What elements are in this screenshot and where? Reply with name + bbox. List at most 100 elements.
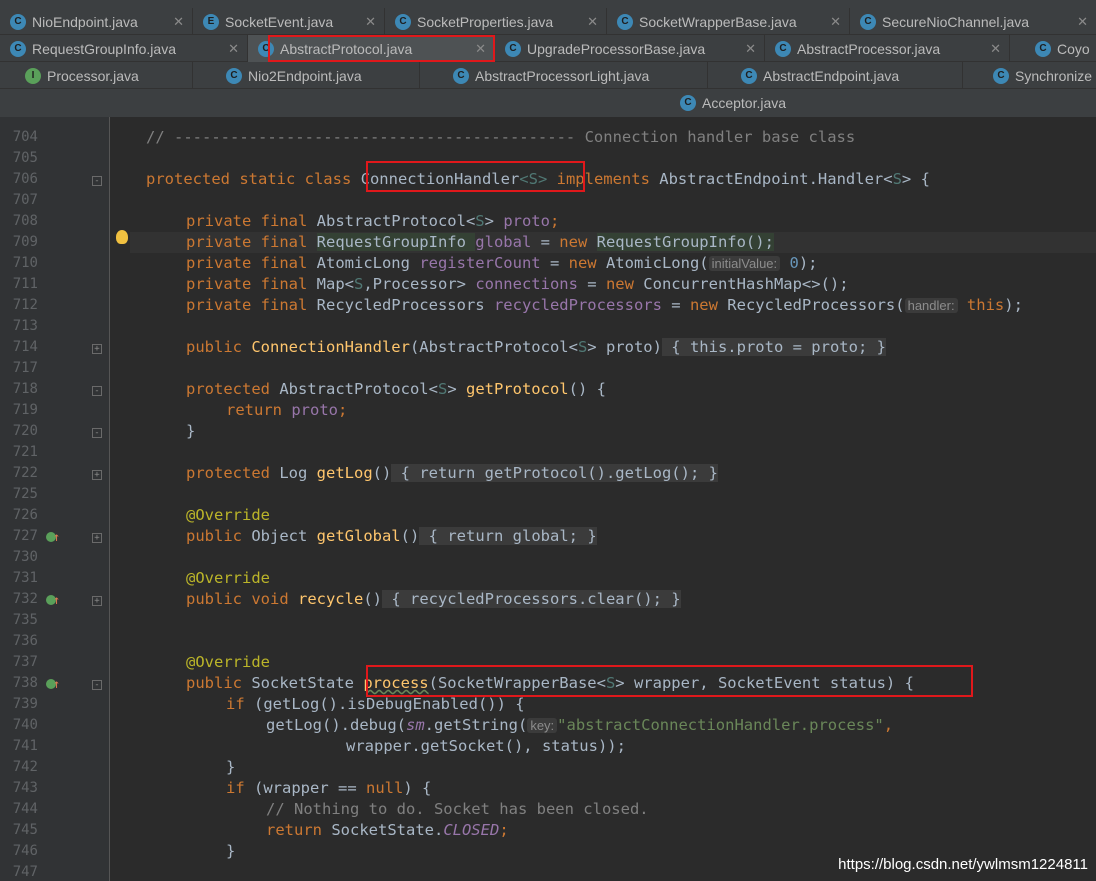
line-number: 725 bbox=[12, 486, 38, 502]
line-number: 737 bbox=[12, 654, 38, 670]
line-number: 738 bbox=[12, 675, 38, 691]
tab-row-4: C Acceptor.java bbox=[0, 89, 1096, 116]
up-arrow-icon[interactable]: ↑ bbox=[53, 678, 61, 690]
code-line-704: // -------------------------------------… bbox=[146, 128, 856, 146]
code-line-711: private final Map<S,Processor> connectio… bbox=[186, 275, 849, 293]
param-hint: key: bbox=[527, 718, 558, 733]
class-icon: C bbox=[860, 13, 876, 30]
tab-label: SocketProperties.java bbox=[417, 13, 554, 30]
tab-label: UpgradeProcessorBase.java bbox=[527, 40, 706, 57]
tab-upgradeprocessorbase-java[interactable]: C UpgradeProcessorBase.java ✕ bbox=[495, 35, 765, 62]
tab-row-2: C RequestGroupInfo.java ✕ C AbstractProtoco… bbox=[0, 35, 1096, 62]
line-number: 709 bbox=[12, 234, 38, 250]
up-arrow-icon[interactable]: ↑ bbox=[53, 531, 61, 543]
class-icon: C bbox=[453, 67, 469, 84]
tab-processor-java[interactable]: I Processor.java bbox=[0, 62, 193, 89]
code-line-709: private final RequestGroupInfo global = … bbox=[130, 232, 1096, 253]
tab-label: Synchronize bbox=[1015, 67, 1093, 84]
tab-securenioChannel-java[interactable]: C SecureNioChannel.java ✕ bbox=[850, 8, 1096, 35]
code-line-739: if (getLog().isDebugEnabled()) { bbox=[226, 695, 525, 713]
close-icon[interactable]: ✕ bbox=[745, 41, 756, 57]
line-number: 747 bbox=[12, 864, 38, 880]
tab-socketproperties-java[interactable]: C SocketProperties.java ✕ bbox=[385, 8, 607, 35]
fold-marker-icon[interactable]: - bbox=[92, 176, 102, 186]
interface-icon: I bbox=[25, 67, 41, 84]
tab-label: SecureNioChannel.java bbox=[882, 13, 1030, 30]
close-icon[interactable]: ✕ bbox=[830, 14, 841, 30]
code-line-745: return SocketState.CLOSED; bbox=[266, 821, 509, 839]
tab-acceptor-java[interactable]: C Acceptor.java bbox=[670, 89, 830, 116]
line-number: 718 bbox=[12, 381, 38, 397]
line-number: 732 bbox=[12, 591, 38, 607]
fold-marker-icon[interactable]: + bbox=[92, 596, 102, 606]
enum-icon: E bbox=[203, 13, 219, 30]
tab-coyote-truncated[interactable]: C Coyo bbox=[1010, 35, 1096, 62]
tab-abstractprocessorlight-java[interactable]: C AbstractProcessorLight.java bbox=[420, 62, 708, 89]
param-hint: handler: bbox=[904, 298, 958, 313]
code-line-746: } bbox=[226, 842, 236, 860]
tab-label: AbstractEndpoint.java bbox=[763, 67, 900, 84]
tab-label: Processor.java bbox=[47, 67, 139, 84]
close-icon[interactable]: ✕ bbox=[228, 41, 239, 57]
tab-synchronize-truncated[interactable]: C Synchronize bbox=[963, 62, 1096, 89]
tab-nio2endpoint-java[interactable]: C Nio2Endpoint.java bbox=[193, 62, 420, 89]
line-number: 745 bbox=[12, 822, 38, 838]
class-icon: C bbox=[741, 67, 757, 84]
lightbulb-icon[interactable] bbox=[116, 230, 128, 244]
close-icon[interactable]: ✕ bbox=[587, 14, 598, 30]
close-icon[interactable]: ✕ bbox=[990, 41, 1001, 57]
close-icon[interactable]: ✕ bbox=[1077, 14, 1088, 30]
line-number: 710 bbox=[12, 255, 38, 271]
line-number: 744 bbox=[12, 801, 38, 817]
code-line-719: return proto; bbox=[226, 401, 348, 419]
code-line-718: protected AbstractProtocol<S> getProtoco… bbox=[186, 380, 606, 398]
close-icon[interactable]: ✕ bbox=[365, 14, 376, 30]
tab-label: Acceptor.java bbox=[702, 94, 787, 111]
fold-marker-icon[interactable]: + bbox=[92, 344, 102, 354]
line-number: 727 bbox=[12, 528, 38, 544]
line-number: 711 bbox=[12, 276, 38, 292]
class-icon: C bbox=[10, 40, 26, 57]
tab-socketevent-java[interactable]: E SocketEvent.java ✕ bbox=[193, 8, 385, 35]
line-number: 739 bbox=[12, 696, 38, 712]
class-icon: C bbox=[1035, 40, 1051, 57]
param-hint: initialValue: bbox=[708, 256, 781, 271]
tab-nioendpoint-java[interactable]: C NioEndpoint.java ✕ bbox=[0, 8, 193, 35]
fold-marker-icon[interactable]: + bbox=[92, 470, 102, 480]
code-line-722: protected Log getLog() { return getProto… bbox=[186, 464, 718, 482]
line-number: 713 bbox=[12, 318, 38, 334]
tab-row-1b: C NioEndpoint.java ✕ E SocketEvent.java ✕ CS… bbox=[0, 8, 1096, 35]
fold-marker-icon[interactable]: + bbox=[92, 533, 102, 543]
close-icon[interactable]: ✕ bbox=[173, 14, 184, 30]
fold-marker-icon[interactable]: - bbox=[92, 386, 102, 396]
fold-marker-icon[interactable]: - bbox=[92, 680, 102, 690]
code-line-727: public Object getGlobal() { return globa… bbox=[186, 527, 597, 545]
fold-marker-icon[interactable]: - bbox=[92, 428, 102, 438]
line-number: 704 bbox=[12, 129, 38, 145]
class-icon: C bbox=[505, 40, 521, 57]
highlight-box-active-tab bbox=[268, 35, 495, 62]
up-arrow-icon[interactable]: ↑ bbox=[53, 594, 61, 606]
code-line-708: private final AbstractProtocol<S> proto; bbox=[186, 212, 560, 230]
class-icon: C bbox=[680, 94, 696, 111]
line-number: 707 bbox=[12, 192, 38, 208]
class-icon: C bbox=[993, 67, 1009, 84]
code-line-714: public ConnectionHandler(AbstractProtoco… bbox=[186, 338, 886, 356]
line-number: 720 bbox=[12, 423, 38, 439]
tab-socketwrapperbase-java[interactable]: C SocketWrapperBase.java ✕ bbox=[607, 8, 850, 35]
tab-abstractendpoint-java[interactable]: C AbstractEndpoint.java bbox=[708, 62, 963, 89]
code-editor[interactable]: 704 705 706 707 708 709 710 711 712 713 714 717 718 7… bbox=[0, 117, 1096, 881]
line-number: 706 bbox=[12, 171, 38, 187]
code-line-741: wrapper.getSocket(), status)); bbox=[346, 737, 626, 755]
tab-label: Nio2Endpoint.java bbox=[248, 67, 362, 84]
code-line-744: // Nothing to do. Socket has been closed… bbox=[266, 800, 649, 818]
line-number: 708 bbox=[12, 213, 38, 229]
tab-requestgroupinfo-java[interactable]: C RequestGroupInfo.java ✕ bbox=[0, 35, 248, 62]
tab-label: AbstractProcessor.java bbox=[797, 40, 941, 57]
line-number: 722 bbox=[12, 465, 38, 481]
line-number: 717 bbox=[12, 360, 38, 376]
tab-abstractprocessor-java[interactable]: C AbstractProcessor.java ✕ bbox=[765, 35, 1010, 62]
line-number: 741 bbox=[12, 738, 38, 754]
code-line-732: public void recycle() { recycledProcesso… bbox=[186, 590, 681, 608]
line-number: 736 bbox=[12, 633, 38, 649]
